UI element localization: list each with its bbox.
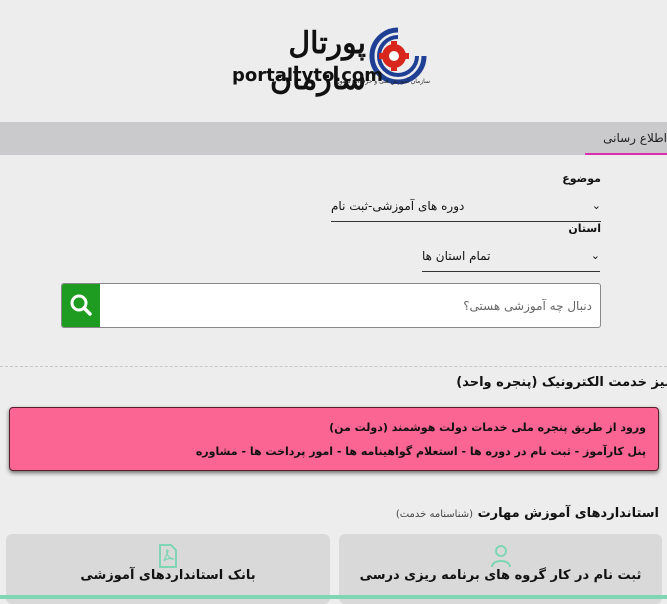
- logo-subtitle: سازمان آموزش فنی و حرفه‌ای کشور: [336, 78, 430, 85]
- topic-select[interactable]: ⌄ دوره های آموزشی-ثبت نام: [331, 190, 601, 222]
- single-window-alert[interactable]: ورود از طریق پنجره ملی خدمات دولت هوشمند…: [9, 407, 659, 471]
- province-select[interactable]: ⌄ تمام استان ها: [422, 240, 600, 272]
- standards-subheading: (شناسنامه خدمت): [395, 509, 474, 520]
- search-input[interactable]: [106, 284, 596, 327]
- chevron-down-icon: ⌄: [590, 249, 600, 262]
- curriculum-registration-title: ثبت نام در کار گروه های برنامه ریزی درسی: [359, 568, 642, 583]
- bottom-strip: [0, 595, 667, 599]
- standards-heading: استانداردهای آموزش مهارت (شناسنامه خدمت): [396, 506, 659, 521]
- search-icon: [70, 294, 92, 316]
- services-heading: میز خدمت الکترونیک (پنجره واحد): [456, 375, 667, 390]
- logo-title: پورتال سازمان: [269, 26, 367, 97]
- header: پورتال سازمان portaltvto.com سازمان آموز…: [0, 0, 667, 122]
- province-select-value: تمام استان ها: [422, 248, 491, 263]
- standards-bank-card[interactable]: بانک استانداردهای آموزشی: [6, 534, 330, 604]
- alert-line-login[interactable]: ورود از طریق پنجره ملی خدمات دولت هوشمند…: [329, 421, 646, 434]
- standards-heading-text: استانداردهای آموزش مهارت: [477, 506, 659, 521]
- nav-item-news[interactable]: اطلاع رسانی: [585, 122, 667, 155]
- topic-label: موضوع: [562, 172, 601, 185]
- user-icon: [491, 545, 511, 568]
- search-box: [61, 283, 601, 328]
- main-navbar: اطلاع رسانی: [0, 122, 667, 155]
- section-divider: [0, 366, 667, 367]
- search-button[interactable]: [62, 284, 100, 327]
- alert-line-services[interactable]: پنل کارآموز - ثبت نام در دوره ها - استعل…: [196, 445, 646, 458]
- portal-logo[interactable]: پورتال سازمان portaltvto.com سازمان آموز…: [232, 22, 432, 97]
- topic-select-value: دوره های آموزشی-ثبت نام: [331, 198, 465, 213]
- standards-bank-title: بانک استانداردهای آموزشی: [80, 568, 256, 583]
- pdf-file-icon: [159, 544, 177, 568]
- curriculum-registration-card[interactable]: ثبت نام در کار گروه های برنامه ریزی درسی: [339, 534, 662, 604]
- province-label: استان: [568, 222, 601, 235]
- chevron-down-icon: ⌄: [591, 199, 601, 212]
